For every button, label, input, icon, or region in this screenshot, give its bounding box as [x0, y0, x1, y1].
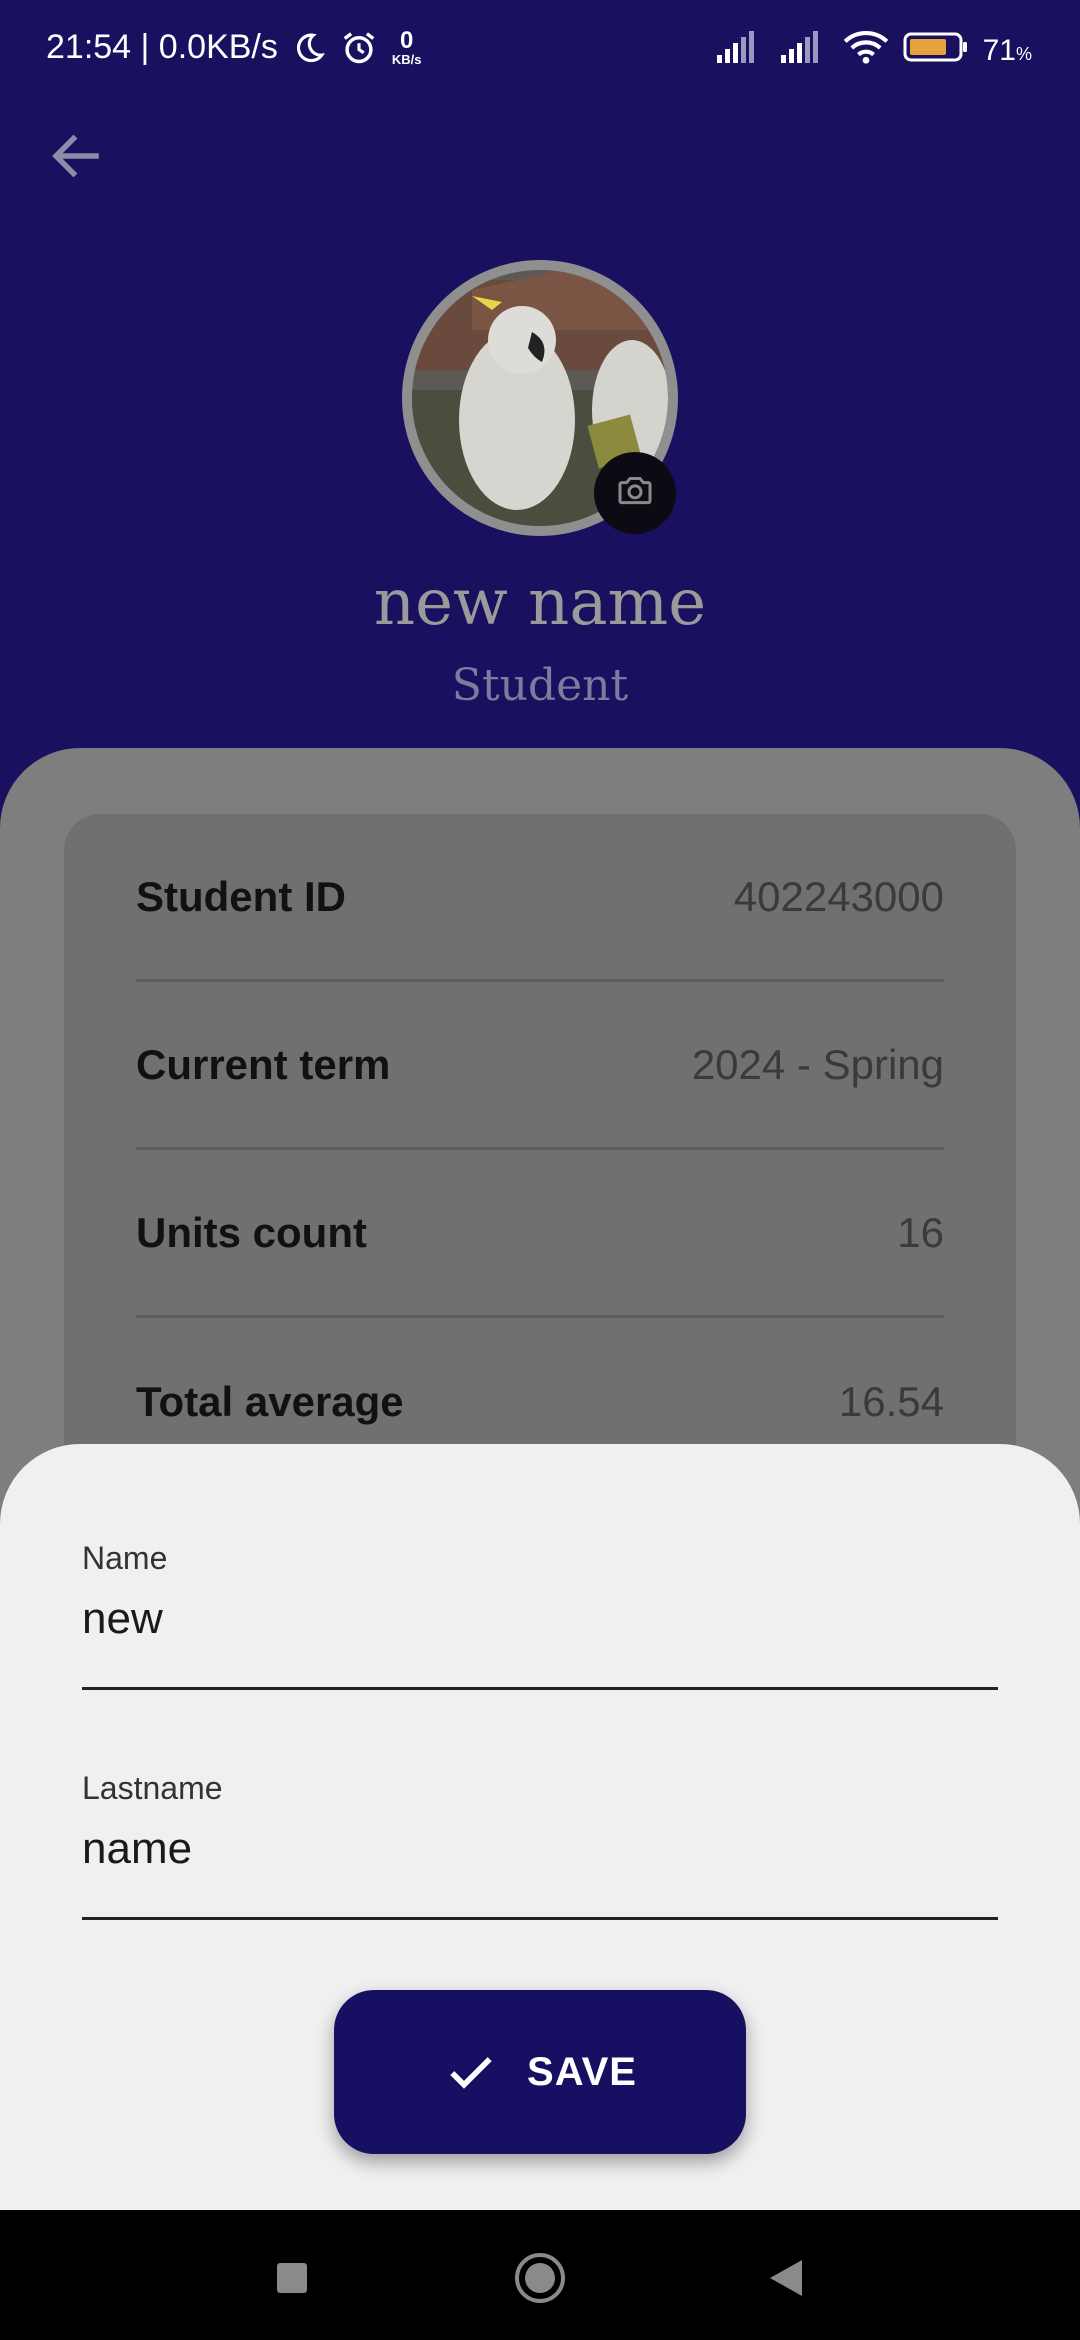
nav-recents-button[interactable]: [262, 2250, 322, 2310]
battery-percent: 71%: [983, 34, 1032, 68]
profile-name: new name: [373, 566, 707, 640]
info-row-student-id: Student ID 402243000: [136, 814, 944, 982]
save-button[interactable]: SAVE: [334, 1990, 746, 2154]
name-input[interactable]: [82, 1584, 998, 1654]
circle-icon: [513, 2251, 567, 2310]
info-value: 402243000: [733, 872, 944, 920]
info-value: 2024 - Spring: [691, 1040, 944, 1088]
lastname-input[interactable]: [82, 1814, 998, 1884]
change-photo-button[interactable]: [594, 452, 676, 534]
name-field-label: Name: [82, 1540, 168, 1576]
kbs-number: 0: [400, 27, 414, 54]
name-field: Name: [82, 1540, 998, 1690]
triangle-back-icon: [768, 2258, 804, 2303]
edit-profile-sheet: Name Lastname SAVE: [0, 1444, 1080, 2210]
status-bar: 21:54 | 0.0KB/s 0 KB/s 71%: [0, 0, 1080, 100]
profile-avatar-container: [402, 260, 678, 536]
status-time-speed: 21:54 | 0.0KB/s: [46, 28, 278, 66]
battery-percent-value: 71: [982, 34, 1016, 67]
check-icon: [443, 2044, 499, 2100]
info-label: Current term: [136, 1040, 391, 1088]
camera-icon: [615, 471, 655, 516]
square-icon: [275, 2261, 309, 2300]
alarm-icon: [340, 29, 378, 67]
info-label: Total average: [136, 1378, 404, 1425]
lastname-field: Lastname: [82, 1770, 998, 1920]
save-button-label: SAVE: [527, 2049, 637, 2094]
info-label: Units count: [136, 1208, 367, 1256]
lastname-field-label: Lastname: [82, 1770, 223, 1806]
signal-icon-2: [779, 31, 829, 71]
kbs-unit: KB/s: [391, 52, 422, 67]
status-left: 21:54 | 0.0KB/s 0 KB/s: [46, 28, 422, 67]
info-label: Student ID: [136, 872, 346, 920]
arrow-left-icon: [46, 134, 106, 190]
info-row-current-term: Current term 2024 - Spring: [136, 982, 944, 1150]
system-nav-bar: [0, 2210, 1080, 2340]
wifi-icon: [843, 30, 889, 72]
battery-percent-unit: %: [1015, 44, 1032, 64]
profile-role: Student: [451, 660, 629, 711]
info-row-units-count: Units count 16: [136, 1150, 944, 1318]
info-value: 16.54: [838, 1378, 944, 1425]
back-button[interactable]: [46, 126, 106, 186]
battery-icon: [903, 31, 969, 71]
nav-back-button[interactable]: [756, 2250, 816, 2310]
network-speed-indicator: 0 KB/s: [391, 27, 422, 67]
nav-home-button[interactable]: [510, 2250, 570, 2310]
info-value: 16: [897, 1208, 944, 1256]
signal-icon: [715, 31, 765, 71]
moon-icon: [292, 31, 326, 65]
status-right: 71%: [701, 30, 1032, 72]
